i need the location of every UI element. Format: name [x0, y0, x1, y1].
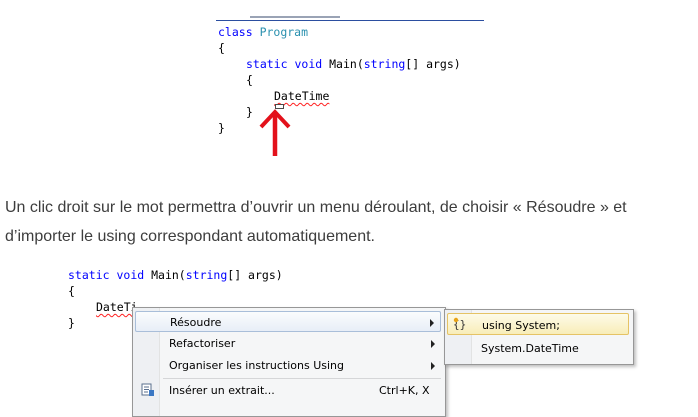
method-args: [] args) — [227, 268, 283, 282]
code-line-brace-open: { — [218, 40, 225, 56]
code-scroll-indicator — [250, 16, 340, 18]
keyword-static: static — [68, 268, 110, 282]
keyword-string: string — [363, 57, 406, 71]
context-menu: Résoudre Refactoriser Organiser les inst… — [132, 307, 446, 417]
code-line-main: static void Main(string[] args) — [68, 267, 283, 283]
submenu-arrow-icon — [431, 362, 435, 370]
keyword-string: string — [185, 268, 228, 282]
brace: } — [246, 105, 253, 119]
keyword-static: static — [246, 57, 288, 71]
menu-item-label: Résoudre — [170, 316, 222, 329]
snippet-icon — [141, 383, 154, 396]
brace: } — [218, 121, 225, 135]
top-code-screenshot: class Program { static void Main(string[… — [214, 14, 489, 154]
submenu-item-system-datetime[interactable]: System.DateTime — [447, 337, 629, 359]
code-line-brace-close: } — [218, 120, 225, 136]
submenu-arrow-icon — [431, 340, 435, 348]
red-arrow-icon — [259, 109, 291, 156]
submenu-item-label: using System; — [482, 319, 560, 332]
menu-separator — [163, 378, 441, 379]
method-main: Main( — [144, 268, 186, 282]
code-line-method-brace-open: { — [246, 72, 253, 88]
menu-item-resoudre[interactable]: Résoudre — [135, 311, 441, 332]
resoudre-submenu: {} using System; System.DateTime — [444, 309, 634, 365]
code-line-datetime: DateTime — [274, 88, 329, 104]
menu-item-label: Organiser les instructions Using — [169, 359, 345, 372]
submenu-arrow-icon — [430, 319, 434, 327]
menu-item-label: Insérer un extrait... — [169, 384, 275, 397]
code-line-brace-close: } — [68, 315, 75, 331]
code-line-class: class Program — [218, 24, 308, 40]
keyword-class: class — [218, 25, 253, 39]
code-line-main: static void Main(string[] args) — [246, 56, 461, 72]
keyword-void: void — [294, 57, 323, 71]
brace: } — [68, 316, 75, 330]
submenu-item-label: System.DateTime — [481, 342, 579, 355]
using-namespace-icon: {} — [453, 317, 466, 331]
menu-item-organiser-using[interactable]: Organiser les instructions Using — [135, 355, 441, 376]
method-args: [] args) — [405, 57, 461, 71]
menu-item-label: Refactoriser — [169, 337, 236, 350]
class-name-program: Program — [259, 25, 309, 39]
menu-item-inserer-extrait[interactable]: Insérer un extrait... Ctrl+K, X — [135, 380, 441, 401]
submenu-item-using-system[interactable]: {} using System; — [447, 313, 629, 335]
code-line-brace-open: { — [68, 283, 75, 299]
menu-item-shortcut: Ctrl+K, X — [379, 384, 430, 397]
brace: { — [68, 284, 75, 298]
code-editor-top-border — [216, 20, 484, 21]
menu-item-refactoriser[interactable]: Refactoriser — [135, 333, 441, 354]
brace: { — [218, 41, 225, 55]
explanation-paragraph: Un clic droit sur le mot permettra d’ouv… — [5, 199, 627, 245]
brace: { — [246, 73, 253, 87]
datetime-token-error[interactable]: DateTime — [274, 89, 329, 103]
code-line-method-brace-close: } — [246, 104, 253, 120]
keyword-void: void — [116, 268, 145, 282]
method-main: Main( — [329, 57, 364, 71]
